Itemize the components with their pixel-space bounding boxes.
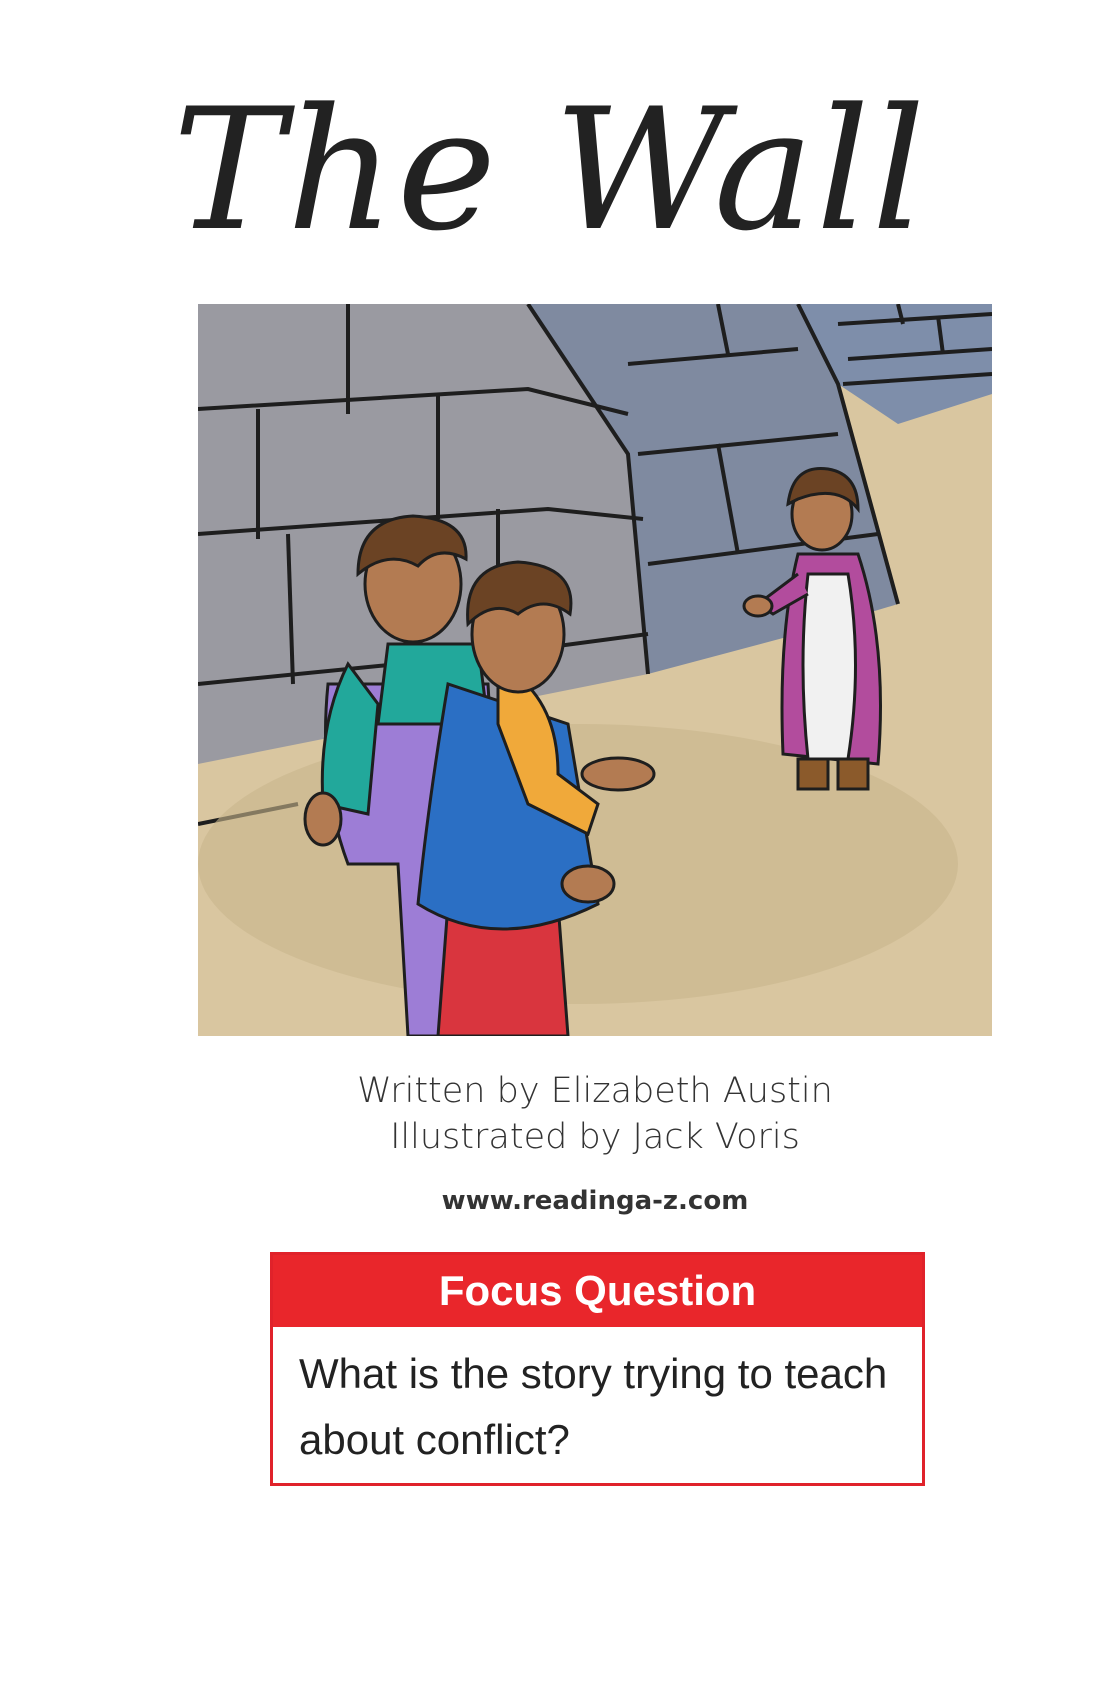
cover-illustration bbox=[198, 304, 992, 1036]
focus-question-header: Focus Question bbox=[273, 1255, 922, 1327]
book-title: The Wall bbox=[172, 72, 928, 268]
credits-block: Written by Elizabeth Austin Illustrated … bbox=[0, 1068, 1100, 1160]
author-credit: Written by Elizabeth Austin bbox=[357, 1071, 833, 1111]
illustrator-credit: Illustrated by Jack Voris bbox=[390, 1117, 800, 1157]
focus-question-box: Focus Question What is the story trying … bbox=[270, 1252, 925, 1486]
focus-question-text: What is the story trying to teach about … bbox=[299, 1350, 888, 1463]
website-link[interactable]: www.readinga-z.com bbox=[0, 1186, 1100, 1216]
